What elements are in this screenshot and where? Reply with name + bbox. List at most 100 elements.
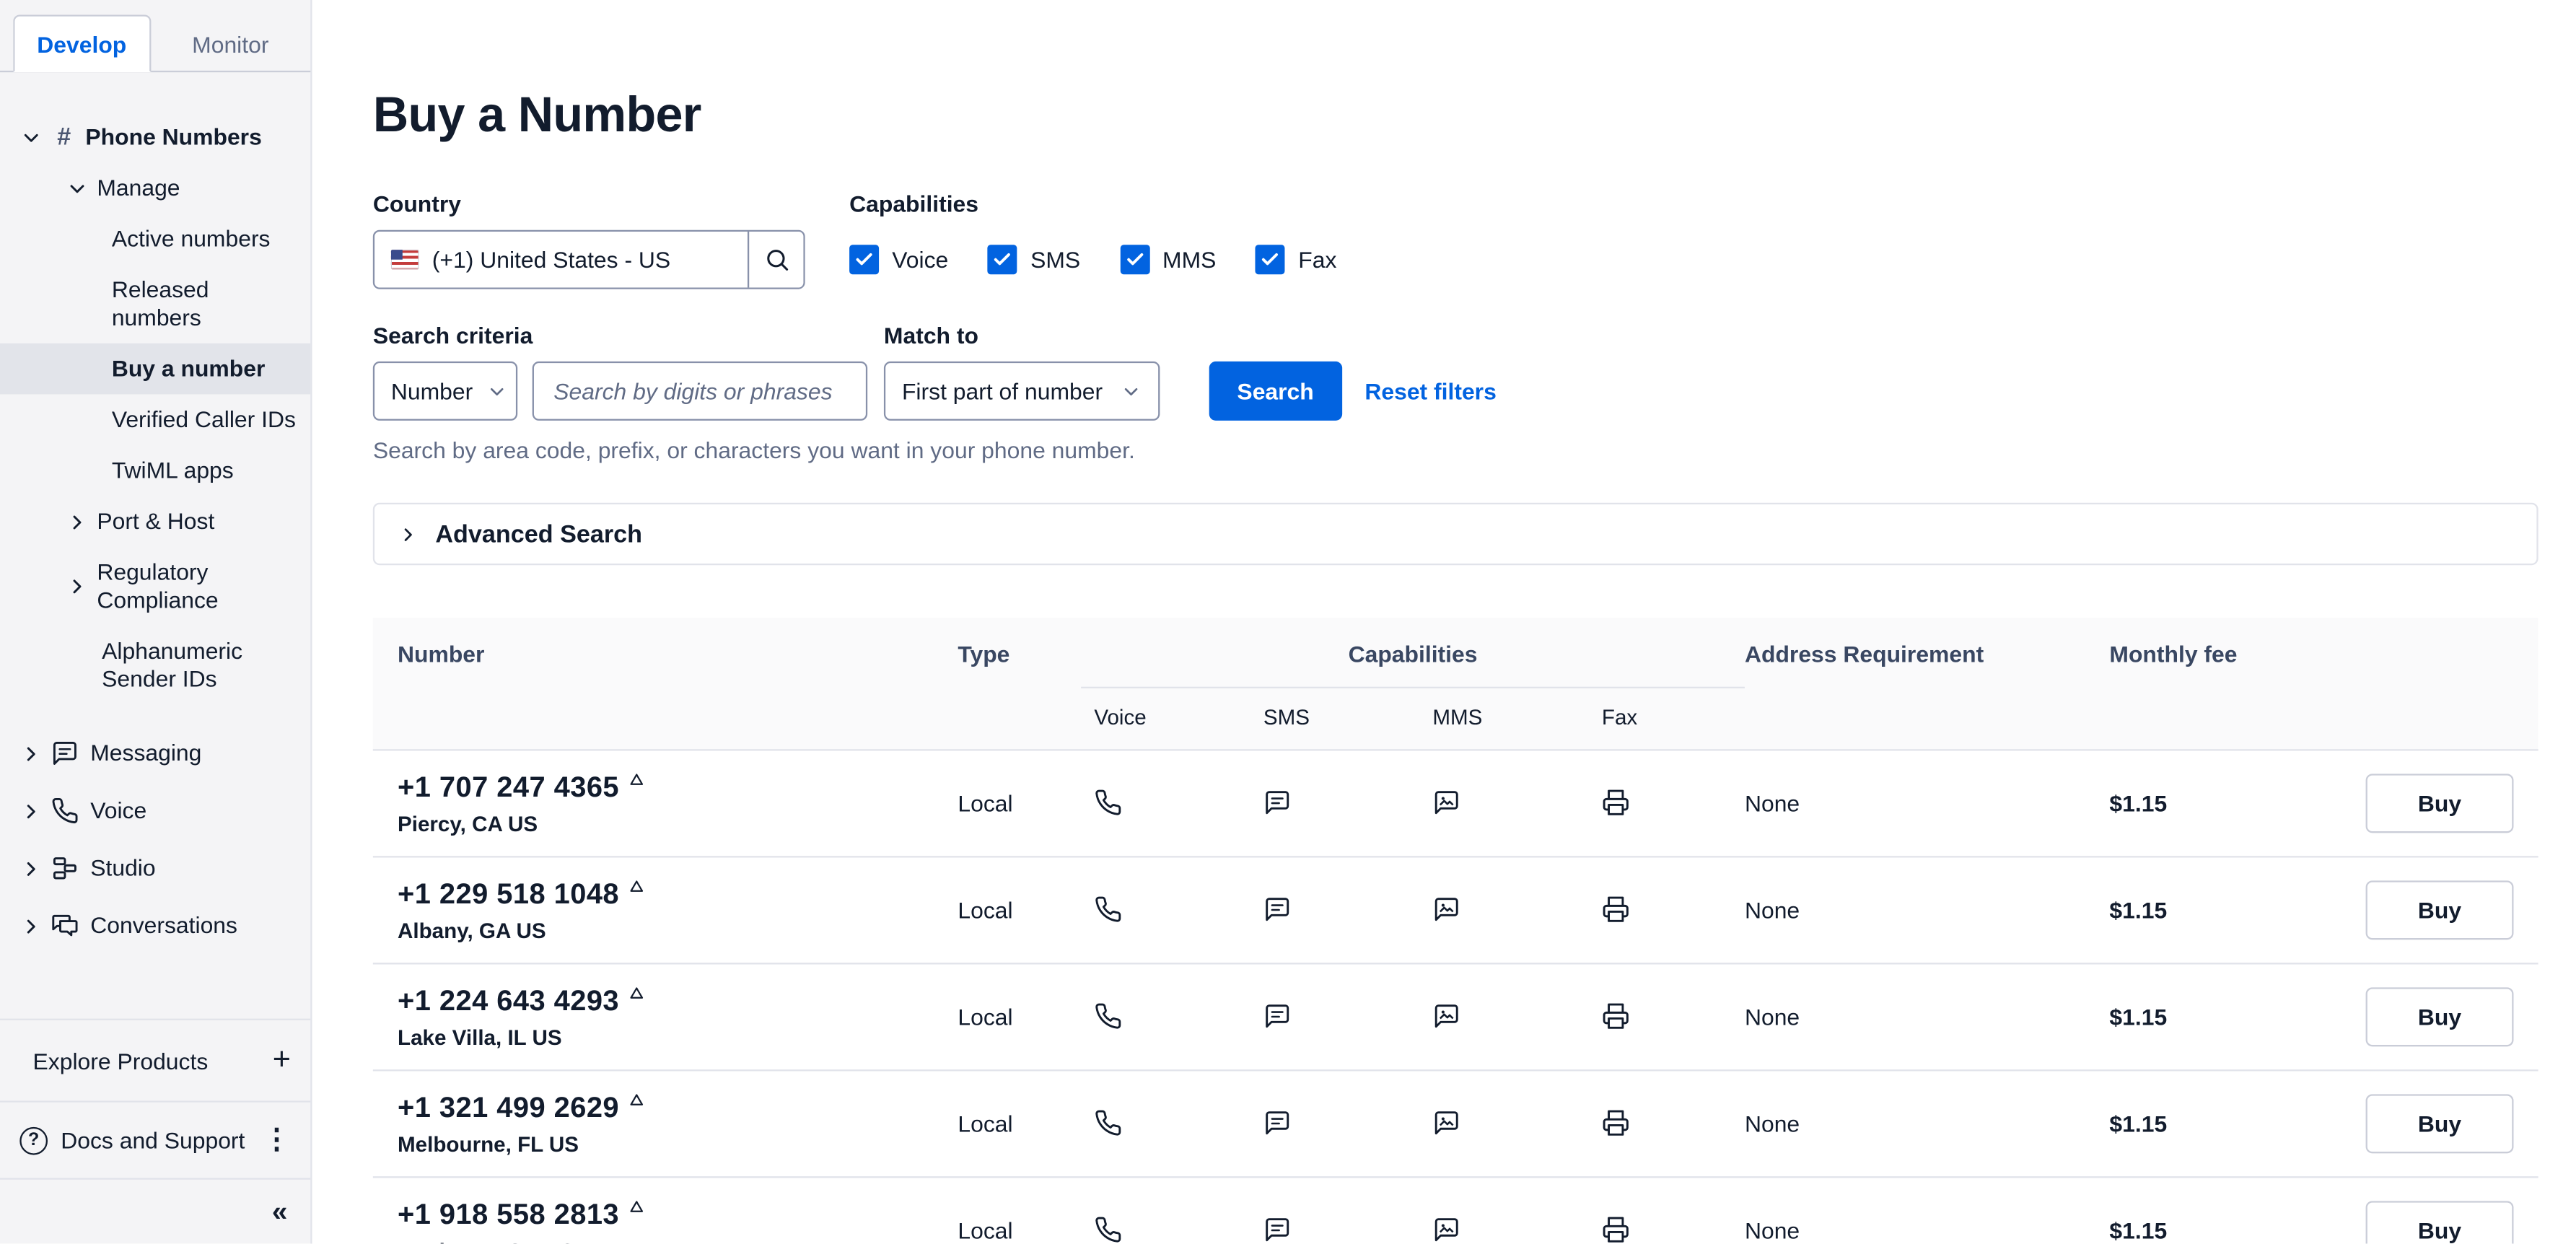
address-requirement: None [1745, 897, 2109, 923]
triangle-icon [629, 879, 644, 893]
sidebar-item-label: TwiML apps [112, 457, 297, 485]
capabilities-checkboxes: Voice SMS MMS Fax [849, 230, 1336, 289]
sidebar-item-conversations[interactable]: Conversations [0, 901, 310, 952]
buy-button[interactable]: Buy [2366, 987, 2514, 1046]
checkbox-sms[interactable]: SMS [988, 245, 1080, 274]
reset-filters-link[interactable]: Reset filters [1364, 362, 1496, 421]
chevron-right-icon [398, 523, 419, 545]
col-capabilities: Capabilities [1081, 641, 1745, 688]
sidebar-item-twiml-apps[interactable]: TwiML apps [0, 445, 310, 496]
monthly-fee: $1.15 [2109, 897, 2324, 923]
sidebar-item-phone-numbers[interactable]: # Phone Numbers [0, 112, 310, 163]
plus-icon[interactable]: + [273, 1043, 291, 1079]
checkbox-checked-icon [988, 245, 1017, 274]
results-table: Number Type Capabilities Address Require… [373, 618, 2538, 1243]
address-requirement: None [1745, 1111, 2109, 1136]
sidebar-item-manage[interactable]: Manage [0, 162, 310, 214]
triangle-icon [629, 1092, 644, 1107]
sidebar-item-regulatory-compliance[interactable]: Regulatory Compliance [0, 547, 310, 626]
address-requirement: None [1745, 1217, 2109, 1243]
sidebar-item-released-numbers[interactable]: Released numbers [0, 265, 310, 343]
sidebar-item-label: Active numbers [112, 225, 297, 253]
match-to-value: First part of number [902, 378, 1103, 404]
checkbox-voice[interactable]: Voice [849, 245, 948, 274]
chevron-down-icon [1121, 380, 1142, 402]
overflow-menu-icon[interactable]: ⋮ [263, 1123, 291, 1157]
sidebar-item-verified-caller-ids[interactable]: Verified Caller IDs [0, 394, 310, 445]
mms-capability-icon [1432, 895, 1460, 924]
chevron-right-icon [19, 742, 43, 765]
collapse-sidebar-button[interactable]: « [0, 1178, 310, 1243]
col-type: Type [958, 641, 1081, 688]
sidebar-item-label: Regulatory Compliance [97, 559, 297, 614]
mms-capability-icon [1432, 1216, 1460, 1243]
subcol-fax: Fax [1589, 688, 1745, 749]
buy-button[interactable]: Buy [2366, 880, 2514, 939]
sidebar-item-voice[interactable]: Voice [0, 785, 310, 836]
sms-capability-icon [1263, 1109, 1292, 1137]
sidebar-item-label: Alphanumeric Sender IDs [102, 637, 297, 693]
sms-capability-icon [1263, 1002, 1292, 1030]
sms-capability-icon [1263, 1216, 1292, 1243]
buy-button[interactable]: Buy [2366, 1201, 2514, 1243]
col-number: Number [373, 641, 958, 688]
explore-products-label: Explore Products [33, 1047, 209, 1073]
match-to-select[interactable]: First part of number [884, 362, 1160, 421]
country-group: Country (+1) United States - US [373, 190, 805, 289]
match-to-group: Match to First part of number [884, 322, 1160, 421]
docs-and-support-button[interactable]: ? Docs and Support ⋮ [0, 1100, 310, 1178]
col-address-requirement: Address Requirement [1745, 641, 2109, 688]
table-row: +1 918 558 2813 Mcalester, OK US Local N… [373, 1178, 2538, 1243]
sidebar-item-buy-a-number[interactable]: Buy a number [0, 343, 310, 395]
fax-capability-icon [1602, 895, 1630, 924]
search-criteria-label: Search criteria [373, 322, 867, 348]
sidebar-item-studio[interactable]: Studio [0, 843, 310, 894]
chevron-right-icon [66, 510, 89, 533]
sidebar-item-port-host[interactable]: Port & Host [0, 496, 310, 548]
country-label: Country [373, 190, 805, 216]
country-search-button[interactable] [748, 232, 803, 287]
country-select[interactable]: (+1) United States - US [374, 232, 748, 287]
triangle-icon [629, 772, 644, 787]
triangle-icon [629, 986, 644, 1000]
search-icon [763, 247, 789, 273]
phone-number: +1 229 518 1048 [398, 877, 958, 912]
buy-button[interactable]: Buy [2366, 1094, 2514, 1153]
criteria-type-select[interactable]: Number [373, 362, 517, 421]
phone-number: +1 321 499 2629 [398, 1091, 958, 1126]
capabilities-label: Capabilities [849, 190, 1336, 216]
studio-icon [51, 854, 79, 882]
checkbox-checked-icon [1256, 245, 1285, 274]
checkbox-mms[interactable]: MMS [1120, 245, 1217, 274]
number-location: Piercy, CA US [398, 812, 958, 836]
advanced-search-toggle[interactable]: Advanced Search [373, 503, 2538, 566]
search-help-text: Search by area code, prefix, or characte… [373, 437, 2538, 463]
mms-capability-icon [1432, 1002, 1460, 1030]
tab-develop[interactable]: Develop [13, 14, 150, 72]
tab-monitor[interactable]: Monitor [164, 14, 298, 72]
mms-capability-icon [1432, 789, 1460, 817]
number-type: Local [958, 1004, 1081, 1030]
sidebar-item-label: Released numbers [112, 276, 297, 332]
voice-capability-icon [1094, 1109, 1122, 1137]
sidebar-item-messaging[interactable]: Messaging [0, 728, 310, 779]
buy-button[interactable]: Buy [2366, 774, 2514, 833]
checkbox-fax[interactable]: Fax [1256, 245, 1336, 274]
voice-icon [51, 797, 79, 825]
fax-capability-icon [1602, 1002, 1630, 1030]
search-input[interactable] [533, 362, 867, 421]
sidebar-item-alphanumeric-sender-ids[interactable]: Alphanumeric Sender IDs [0, 626, 310, 704]
sidebar-item-label: Studio [90, 854, 297, 882]
number-type: Local [958, 790, 1081, 816]
address-requirement: None [1745, 1004, 2109, 1030]
chevron-down-icon [486, 380, 507, 402]
sidebar-item-label: Port & Host [97, 508, 297, 536]
checkbox-label: SMS [1030, 247, 1080, 273]
monthly-fee: $1.15 [2109, 1217, 2324, 1243]
fax-capability-icon [1602, 1216, 1630, 1243]
main-content: Buy a Number Country (+1) United States … [312, 0, 2576, 1244]
search-button[interactable]: Search [1209, 362, 1342, 421]
explore-products-button[interactable]: Explore Products + [0, 1019, 310, 1101]
sidebar-tabs: Develop Monitor [0, 0, 310, 72]
sidebar-item-active-numbers[interactable]: Active numbers [0, 214, 310, 265]
